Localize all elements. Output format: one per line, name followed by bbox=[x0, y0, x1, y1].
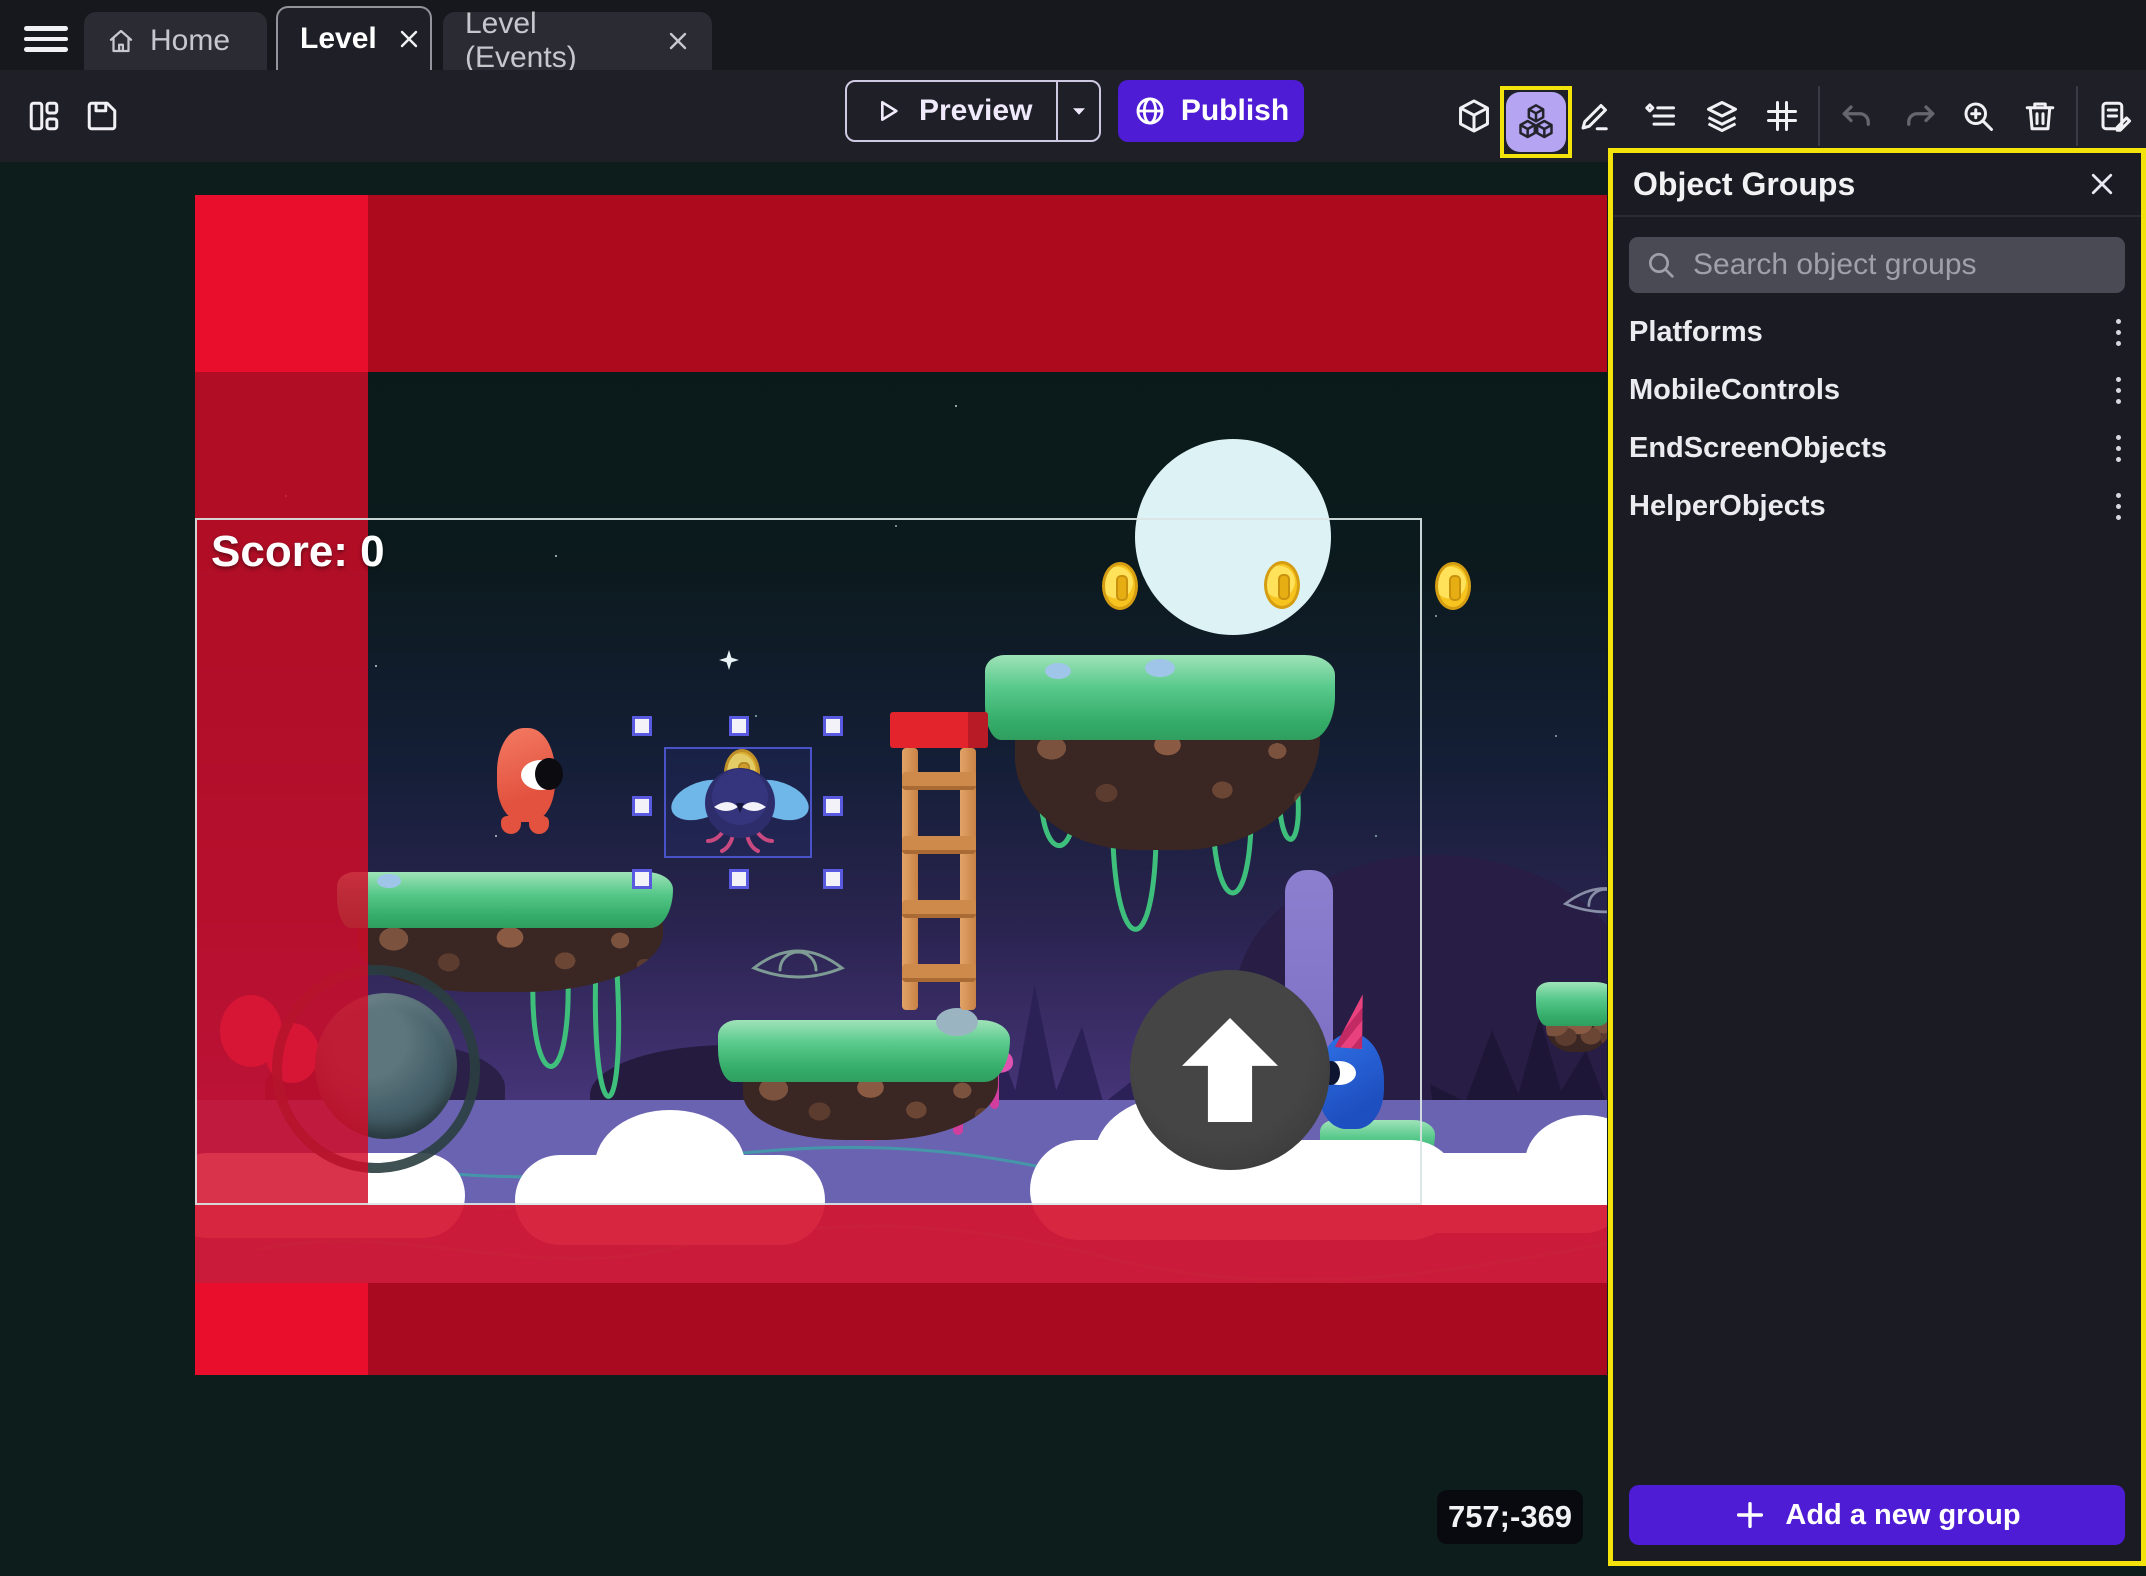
score-text[interactable]: Score: 0 bbox=[211, 527, 385, 577]
cursor-coordinates-badge: 757;-369 bbox=[1437, 1490, 1583, 1544]
toggle-panels-icon[interactable] bbox=[22, 94, 66, 138]
instances-list-icon[interactable] bbox=[1638, 94, 1682, 138]
red-zone-bottom[interactable] bbox=[195, 1283, 1607, 1375]
tab-level-events-label: Level (Events) bbox=[465, 7, 646, 75]
kebab-menu-icon[interactable] bbox=[2106, 429, 2131, 468]
object-groups-panel: Object Groups Platforms MobileControls E… bbox=[1608, 148, 2146, 1566]
object-groups-header: Object Groups bbox=[1613, 153, 2141, 217]
objects-panel-icon[interactable] bbox=[1452, 94, 1496, 138]
globe-icon bbox=[1133, 94, 1167, 128]
kebab-menu-icon[interactable] bbox=[2106, 313, 2131, 352]
bat-enemy-sprite[interactable] bbox=[670, 755, 810, 855]
add-new-group-button[interactable]: Add a new group bbox=[1629, 1485, 2125, 1545]
tab-level-events-close-icon[interactable] bbox=[666, 29, 690, 53]
publish-button[interactable]: Publish bbox=[1118, 80, 1304, 142]
search-object-groups-box bbox=[1629, 237, 2125, 293]
edit-scene-properties-icon[interactable] bbox=[2093, 94, 2137, 138]
group-label: MobileControls bbox=[1629, 374, 2106, 407]
grid-icon[interactable] bbox=[1760, 94, 1804, 138]
gdevelop-editor-window: Home Level Level (Events) bbox=[0, 0, 2146, 1576]
tab-level-events[interactable]: Level (Events) bbox=[443, 12, 712, 70]
search-input[interactable] bbox=[1691, 247, 2109, 283]
home-icon bbox=[106, 26, 136, 56]
preview-options-button[interactable] bbox=[1056, 82, 1099, 140]
save-icon[interactable] bbox=[80, 94, 124, 138]
red-zone-corner[interactable] bbox=[195, 195, 368, 372]
redo-icon[interactable] bbox=[1898, 94, 1942, 138]
toolbar-divider bbox=[2076, 86, 2078, 146]
kebab-menu-icon[interactable] bbox=[2106, 487, 2131, 526]
publish-label: Publish bbox=[1181, 94, 1289, 128]
group-row-helperobjects[interactable]: HelperObjects bbox=[1613, 477, 2141, 535]
group-row-mobilecontrols[interactable]: MobileControls bbox=[1613, 361, 2141, 419]
play-icon bbox=[871, 95, 903, 127]
selection-handle[interactable] bbox=[823, 869, 843, 889]
group-row-endscreenobjects[interactable]: EndScreenObjects bbox=[1613, 419, 2141, 477]
zoom-in-icon[interactable] bbox=[1956, 94, 2000, 138]
red-zone-bottom-corner[interactable] bbox=[195, 1283, 368, 1375]
level-scene: Score: 0 bbox=[195, 195, 1607, 1375]
selection-handle[interactable] bbox=[823, 716, 843, 736]
add-new-group-label: Add a new group bbox=[1785, 1499, 2020, 1532]
layers-icon[interactable] bbox=[1700, 94, 1744, 138]
chevron-down-icon bbox=[1066, 98, 1092, 124]
toolbar-divider bbox=[1818, 86, 1820, 146]
preview-split-button: Preview bbox=[845, 80, 1101, 142]
tab-level-label: Level bbox=[300, 22, 377, 56]
tab-level-close-icon[interactable] bbox=[397, 27, 421, 51]
tab-home[interactable]: Home bbox=[84, 12, 267, 70]
platform-sprite[interactable] bbox=[1536, 982, 1607, 1054]
coin-sprite[interactable] bbox=[1435, 562, 1471, 610]
tab-home-label: Home bbox=[150, 24, 230, 58]
red-zone-top[interactable] bbox=[195, 195, 1607, 372]
object-groups-panel-icon[interactable] bbox=[1506, 92, 1566, 152]
edit-tool-icon[interactable] bbox=[1573, 94, 1617, 138]
trash-icon[interactable] bbox=[2018, 94, 2062, 138]
main-menu-icon[interactable] bbox=[24, 20, 68, 52]
tab-bar: Home Level Level (Events) bbox=[0, 0, 2146, 70]
plus-icon bbox=[1733, 1498, 1767, 1532]
preview-label: Preview bbox=[919, 94, 1032, 128]
undo-icon[interactable] bbox=[1835, 94, 1879, 138]
search-icon bbox=[1645, 249, 1677, 281]
selection-handle[interactable] bbox=[729, 716, 749, 736]
camera-frame bbox=[195, 518, 1422, 1205]
panel-title: Object Groups bbox=[1633, 166, 2083, 203]
tab-level[interactable]: Level bbox=[276, 6, 432, 70]
selection-handle[interactable] bbox=[632, 796, 652, 816]
group-label: HelperObjects bbox=[1629, 490, 2106, 523]
selection-handle[interactable] bbox=[823, 796, 843, 816]
selection-handle[interactable] bbox=[632, 869, 652, 889]
eye-sketch-decor bbox=[1560, 877, 1607, 927]
group-label: EndScreenObjects bbox=[1629, 432, 2106, 465]
red-zone-floor[interactable] bbox=[195, 1205, 1607, 1283]
group-row-platforms[interactable]: Platforms bbox=[1613, 303, 2141, 361]
selection-handle[interactable] bbox=[632, 716, 652, 736]
selection-handle[interactable] bbox=[729, 869, 749, 889]
kebab-menu-icon[interactable] bbox=[2106, 371, 2131, 410]
preview-button[interactable]: Preview bbox=[847, 82, 1056, 140]
scene-editor-canvas[interactable]: Score: 0 bbox=[0, 162, 1608, 1576]
group-label: Platforms bbox=[1629, 316, 2106, 349]
close-icon[interactable] bbox=[2083, 165, 2121, 203]
